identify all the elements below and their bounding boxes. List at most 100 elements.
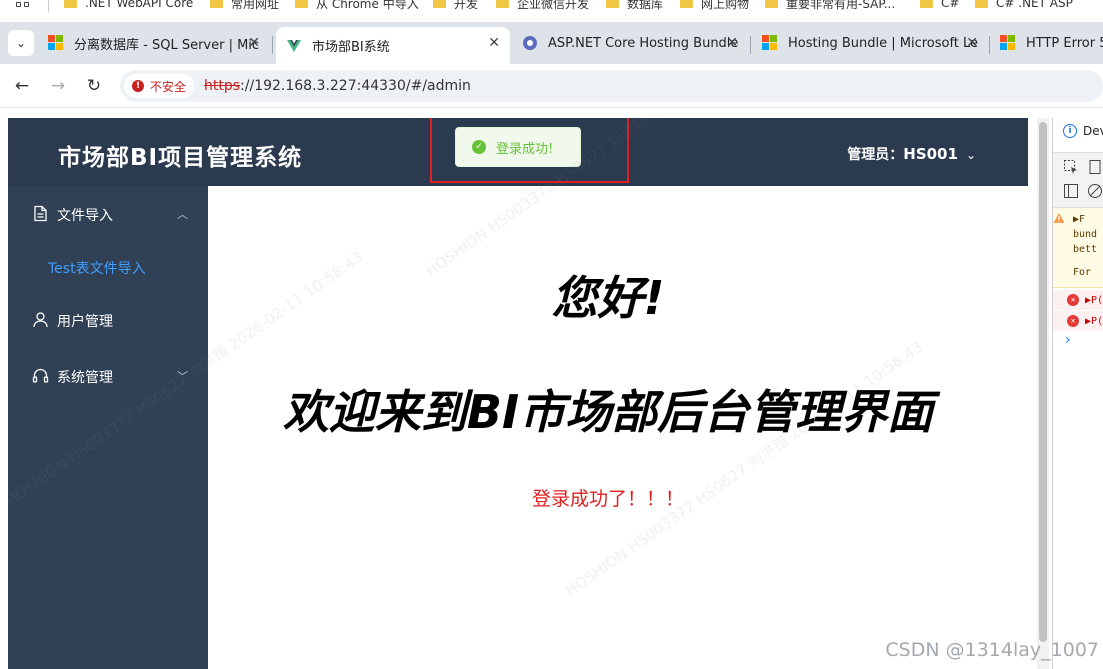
folder-icon <box>295 0 308 8</box>
headset-icon <box>32 367 49 384</box>
back-button[interactable]: ← <box>12 76 32 96</box>
tab-title: 市场部BI系统 <box>312 40 390 55</box>
bookmark-label: 从 Chrome 中导入 <box>316 0 419 11</box>
devtools-toolbar <box>1053 152 1103 208</box>
warn-line: For <box>1073 267 1092 278</box>
greeting-heading: 您好! <box>551 271 665 325</box>
tab-divider <box>272 36 273 54</box>
omnibox[interactable]: ! 不安全 https://192.168.3.227:44330/#/admi… <box>120 70 1103 102</box>
sidebar-item-users[interactable]: 用户管理 <box>8 292 208 348</box>
sidebar-item-file-import[interactable]: 文件导入 ︿ <box>8 186 208 242</box>
security-chip[interactable]: ! 不安全 <box>124 74 195 98</box>
info-icon: i <box>1063 124 1077 138</box>
microsoft-logo-icon <box>762 35 778 51</box>
address-bar: ← → ↻ ! 不安全 https://192.168.3.227:44330/… <box>0 64 1103 108</box>
close-icon[interactable]: ✕ <box>966 35 978 51</box>
bookmark-label: 常用网址 <box>231 0 280 11</box>
folder-icon <box>975 0 988 8</box>
file-icon <box>32 205 49 222</box>
reload-icon: ↻ <box>86 76 102 96</box>
close-icon[interactable]: ✕ <box>726 35 738 51</box>
bookmark-item[interactable]: 常用网址 <box>210 0 279 11</box>
bookmark-item[interactable]: .NET WebAPI Core <box>64 0 193 11</box>
close-icon[interactable]: ✕ <box>488 35 500 51</box>
console-error[interactable]: ✕ ▶P( <box>1053 290 1103 310</box>
user-dropdown[interactable]: 管理员：HS001 ⌄ <box>847 144 976 164</box>
chevron-down-icon: ⌄ <box>965 148 976 162</box>
user-prefix: 管理员： <box>847 147 904 163</box>
chevron-down-icon: ⌄ <box>15 36 27 50</box>
forward-button[interactable]: → <box>48 76 68 96</box>
device-toolbar-icon[interactable] <box>1087 159 1101 175</box>
url-text[interactable]: https://192.168.3.227:44330/#/admin <box>204 78 471 94</box>
tab-sql-server[interactable]: 分离数据库 - SQL Server | Mic ✕ <box>38 27 270 59</box>
tab-title: ASP.NET Core Hosting Bundle <box>548 35 739 51</box>
vue-logo-icon <box>286 38 302 54</box>
folder-icon <box>64 0 77 8</box>
bookmark-item[interactable]: C# .NET ASP <box>975 0 1073 11</box>
console-error[interactable]: ✕ ▶P( <box>1053 311 1103 331</box>
sidebar-item-test-import[interactable]: Test表文件导入 <box>8 242 208 292</box>
folder-icon <box>496 0 509 8</box>
sidebar-toggle-icon[interactable] <box>1063 183 1079 199</box>
tab-search-button[interactable]: ⌄ <box>8 30 34 56</box>
annotation-highlight-box <box>430 118 629 183</box>
reload-button[interactable]: ↻ <box>84 76 104 96</box>
security-label: 不安全 <box>150 79 187 94</box>
bookmark-item[interactable]: C# <box>920 0 959 11</box>
bookmark-item[interactable]: 重要非常有用-SAP... <box>765 0 895 11</box>
sidebar-item-label: 用户管理 <box>57 314 113 330</box>
scroll-thumb[interactable] <box>1039 122 1047 642</box>
folder-icon <box>765 0 778 8</box>
login-status-text: 登录成功了！！！ <box>531 488 684 510</box>
error-icon: ✕ <box>1067 294 1079 306</box>
tab-hosting-bundle[interactable]: ASP.NET Core Hosting Bundle ✕ <box>512 27 748 59</box>
bookmark-item[interactable]: 数据库 <box>606 0 663 11</box>
bookmark-item[interactable]: 网上购物 <box>680 0 749 11</box>
bookmark-label: C# <box>941 0 960 10</box>
page-scrollbar[interactable] <box>1037 118 1049 669</box>
close-icon[interactable]: ✕ <box>248 35 260 51</box>
welcome-heading: 欢迎来到BI市场部后台管理界面 <box>282 385 934 439</box>
bookmark-label: 数据库 <box>627 0 664 11</box>
url-path: ://192.168.3.227:44330/#/admin <box>240 78 471 94</box>
console-warning[interactable]: ▶F bund bett For <box>1053 208 1103 288</box>
bookmark-item[interactable]: 开发 <box>433 0 478 11</box>
bookmark-item[interactable]: 企业微信开发 <box>496 0 589 11</box>
folder-icon <box>680 0 693 8</box>
tab-title: Hosting Bundle | Microsoft Le <box>788 35 979 51</box>
web-page: 市场部BI项目管理系统 管理员：HS001 ⌄ 文件导入 ︿ Test表文件导入 … <box>8 118 1028 669</box>
devtools-header[interactable]: i Dev <box>1063 124 1103 138</box>
app-title: 市场部BI项目管理系统 <box>58 145 303 171</box>
tab-bi-system[interactable]: 市场部BI系统 ✕ <box>276 27 510 64</box>
bookmark-label: 开发 <box>454 0 479 11</box>
warning-triangle-icon <box>1053 213 1065 223</box>
warn-line <box>1073 257 1103 265</box>
apps-grid-icon[interactable] <box>16 0 32 10</box>
clear-console-icon[interactable] <box>1087 183 1103 199</box>
sidebar-item-label: 文件导入 <box>57 208 113 224</box>
chevron-down-icon: ﹀ <box>177 370 188 383</box>
url-scheme: https <box>204 78 241 94</box>
inspect-element-icon[interactable] <box>1063 159 1079 175</box>
tab-hosting-bundle-ms[interactable]: Hosting Bundle | Microsoft Le ✕ <box>752 27 988 59</box>
bookmark-label: 企业微信开发 <box>517 0 590 11</box>
console-prompt-icon[interactable]: › <box>1065 332 1103 348</box>
bookmark-label: .NET WebAPI Core <box>85 0 194 10</box>
devtools-tab-label: Dev <box>1083 124 1103 138</box>
arrow-left-icon: ← <box>14 76 30 96</box>
bookmark-separator <box>48 0 49 12</box>
warn-line: ▶F <box>1073 214 1086 225</box>
bookmark-label: 重要非常有用-SAP... <box>786 0 896 11</box>
sidebar-item-label: Test表文件导入 <box>48 261 146 277</box>
microsoft-logo-icon <box>48 35 64 51</box>
folder-icon <box>210 0 223 8</box>
error-text: ▶P( <box>1085 315 1103 327</box>
sidebar-item-system[interactable]: 系统管理 ﹀ <box>8 348 208 404</box>
csdn-watermark: CSDN @1314lay_1007 <box>885 639 1099 661</box>
sidebar: 文件导入 ︿ Test表文件导入 用户管理 系统管理 ﹀ <box>8 186 208 669</box>
tab-http-error[interactable]: HTTP Error 50 <box>990 27 1103 59</box>
bookmark-item[interactable]: 从 Chrome 中导入 <box>295 0 419 11</box>
folder-icon <box>920 0 933 8</box>
tab-title: HTTP Error 50 <box>1026 35 1103 51</box>
